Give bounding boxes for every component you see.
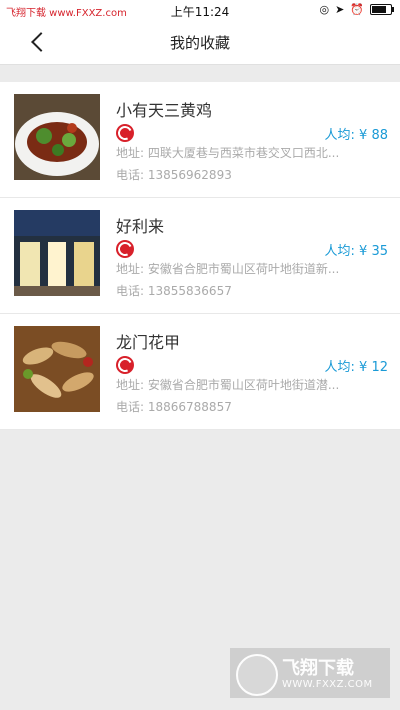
brand-logo-icon xyxy=(116,124,134,142)
alarm-icon: ⏰ xyxy=(350,3,364,16)
battery-icon xyxy=(370,4,394,15)
restaurant-name: 好利来 xyxy=(116,217,165,236)
favorite-item[interactable]: 小有天三黄鸡 人均: ¥ 88 地址: 四联大厦巷与西菜市巷交叉口西北... 电… xyxy=(0,82,400,198)
brand-logo-icon xyxy=(116,240,134,258)
restaurant-phone: 电话: 18866788857 xyxy=(116,400,232,414)
lock-rotation-icon: ◎ xyxy=(319,3,330,16)
restaurant-name: 小有天三黄鸡 xyxy=(116,101,213,120)
navbar: 我的收藏 xyxy=(0,22,400,65)
page-title: 我的收藏 xyxy=(169,34,230,52)
restaurant-image xyxy=(14,326,100,412)
favorite-item[interactable]: 龙门花甲 人均: ¥ 12 地址: 安徽省合肥市蜀山区荷叶地街道潜... 电话:… xyxy=(0,314,400,430)
watermark-text: 飞翔下载 xyxy=(282,658,354,679)
average-price: 人均: ¥ 12 xyxy=(324,360,388,375)
watermark-icon xyxy=(236,654,278,696)
restaurant-image xyxy=(14,210,100,296)
status-icons: ◎ ➤ ⏰ xyxy=(319,3,394,16)
status-bar: 飞翔下载 www.FXXZ.com 上午11:24 ◎ ➤ ⏰ xyxy=(0,0,400,22)
favorite-item[interactable]: 好利来 人均: ¥ 35 地址: 安徽省合肥市蜀山区荷叶地街道新... 电话: … xyxy=(0,198,400,314)
restaurant-address: 地址: 安徽省合肥市蜀山区荷叶地街道新... xyxy=(116,262,340,276)
average-price: 人均: ¥ 35 xyxy=(324,244,388,259)
restaurant-phone: 电话: 13856962893 xyxy=(116,168,232,182)
watermark-url: WWW.FXXZ.COM xyxy=(282,679,373,690)
restaurant-image xyxy=(14,94,100,180)
brand-logo-icon xyxy=(116,356,134,374)
favorites-list: 小有天三黄鸡 人均: ¥ 88 地址: 四联大厦巷与西菜市巷交叉口西北... 电… xyxy=(0,82,400,430)
restaurant-address: 地址: 四联大厦巷与西菜市巷交叉口西北... xyxy=(116,146,340,160)
location-icon: ➤ xyxy=(335,3,345,16)
restaurant-address: 地址: 安徽省合肥市蜀山区荷叶地街道潜... xyxy=(116,378,340,392)
average-price: 人均: ¥ 88 xyxy=(324,128,388,143)
restaurant-phone: 电话: 13855836657 xyxy=(116,284,232,298)
restaurant-name: 龙门花甲 xyxy=(116,333,181,352)
watermark-logo: 飞翔下载 WWW.FXXZ.COM xyxy=(230,648,390,698)
